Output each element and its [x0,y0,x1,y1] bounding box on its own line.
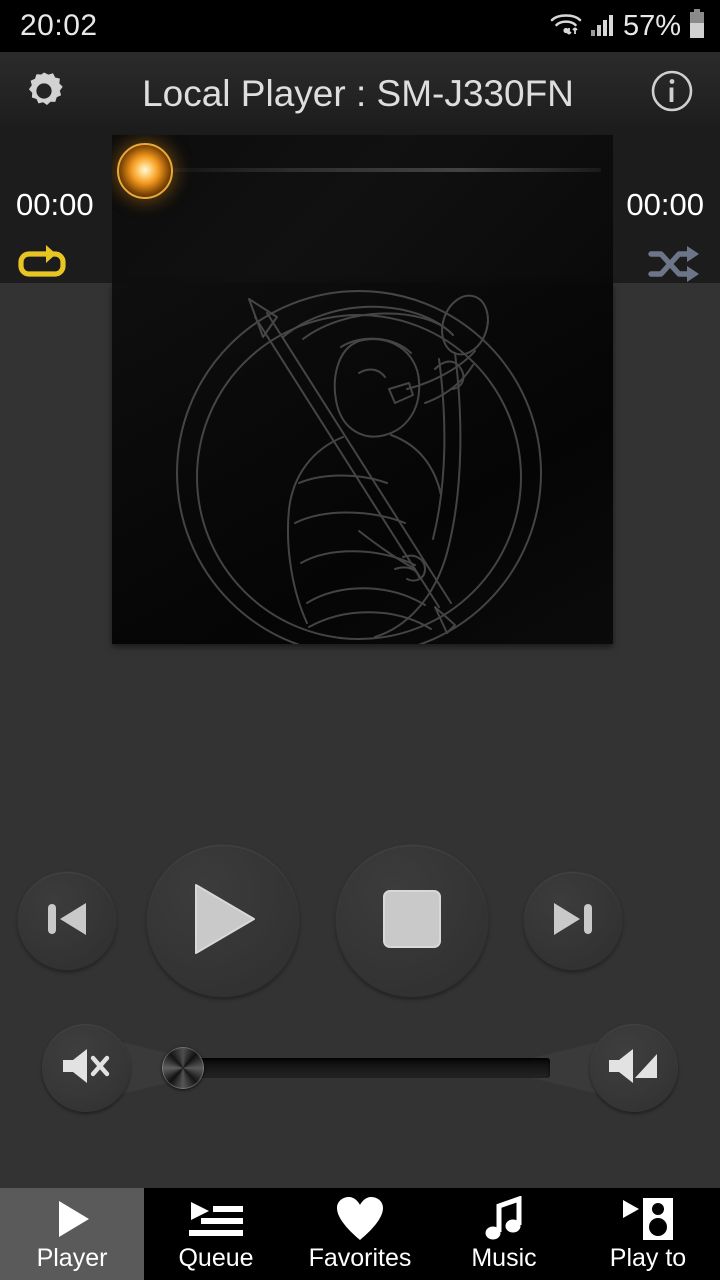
repeat-button[interactable] [16,243,72,289]
tab-play-to[interactable]: Play to [576,1188,720,1280]
tab-favorites-label: Favorites [308,1244,412,1272]
play-triangle-icon [49,1196,95,1242]
seek-panel: 00:00 00:00 [0,135,720,283]
next-track-icon [548,895,598,948]
wifi-icon [549,10,583,43]
elapsed-time: 00:00 [16,187,94,222]
tab-player-label: Player [36,1244,108,1272]
stop-button[interactable] [336,845,488,997]
status-indicators: 57% [549,8,706,44]
seek-thumb[interactable] [117,143,173,199]
cast-speaker-icon [619,1196,677,1242]
app-title-bar: Local Player : SM-J330FN [0,52,720,135]
gear-icon [21,68,67,119]
remaining-time: 00:00 [626,187,704,222]
tab-play-to-label: Play to [609,1244,687,1272]
album-artwork[interactable] [112,283,613,644]
volume-control [0,1018,720,1118]
shuffle-icon [646,242,704,291]
battery-icon [688,8,706,44]
repeat-icon [16,242,72,291]
player-screen: 20:02 57% Local Player: SM-J330FN 00:00… [0,0,720,1280]
heart-icon [335,1196,385,1242]
music-note-icon [481,1196,527,1242]
speaker-volume-icon [607,1044,661,1093]
play-icon [186,879,260,964]
volume-slider-track[interactable] [180,1058,550,1078]
tab-music-label: Music [471,1244,537,1272]
page-title: Local Player : SM-J330FN [142,72,574,114]
transport-controls [0,845,720,1000]
volume-up-button[interactable] [590,1024,678,1112]
shuffle-button[interactable] [644,243,704,289]
default-album-artwork-graphic [175,290,542,644]
tab-queue[interactable]: Queue [144,1188,288,1280]
settings-button[interactable] [16,66,72,122]
volume-slider-knob[interactable] [162,1047,204,1089]
tab-favorites[interactable]: Favorites [288,1188,432,1280]
seek-track[interactable] [136,168,601,172]
signal-bars-icon [590,11,616,42]
previous-track-icon [42,895,92,948]
status-clock: 20:02 [20,9,98,42]
playlist-icon [187,1196,245,1242]
seek-bar[interactable] [112,135,613,283]
info-button[interactable] [644,66,700,122]
play-button[interactable] [147,845,299,997]
next-button[interactable] [524,872,622,970]
mute-button[interactable] [42,1024,130,1112]
previous-button[interactable] [18,872,116,970]
battery-percent: 57% [622,9,681,42]
tab-player[interactable]: Player [0,1188,144,1280]
stop-icon [379,886,445,957]
bottom-navigation: Player Queue Favorites Music Play to [0,1188,720,1280]
speaker-mute-icon [59,1044,113,1093]
status-bar: 20:02 57% [0,0,720,52]
tab-music[interactable]: Music [432,1188,576,1280]
info-icon [649,68,695,119]
tab-queue-label: Queue [178,1244,254,1272]
